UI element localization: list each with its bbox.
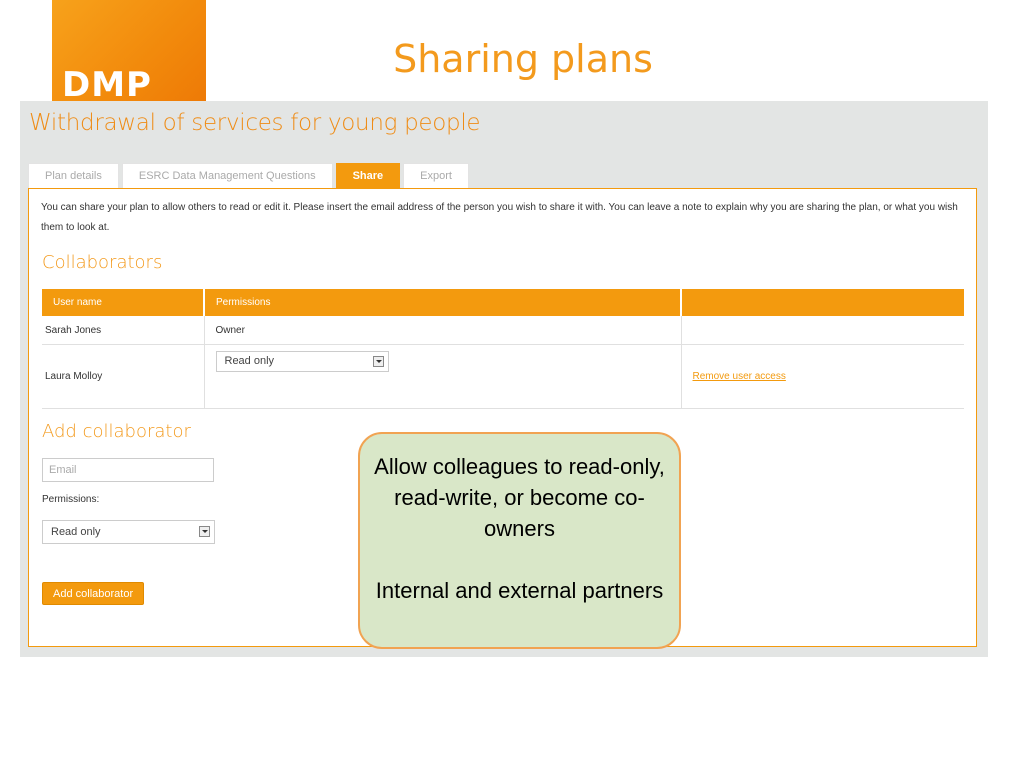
tab-plan-details[interactable]: Plan details	[28, 163, 119, 188]
dropdown-arrow-icon	[372, 356, 384, 367]
action-cell	[681, 316, 964, 345]
plan-title: Withdrawal of services for young people	[29, 110, 481, 136]
callout-text-permissions: Allow colleagues to read-only, read-writ…	[374, 454, 665, 541]
permission-cell: Owner	[204, 316, 682, 345]
tab-esrc-questions[interactable]: ESRC Data Management Questions	[121, 163, 333, 188]
collaborators-heading: Collaborators	[42, 252, 163, 273]
row-permission-select[interactable]: Read only	[215, 351, 389, 372]
dropdown-arrow-icon	[199, 526, 210, 537]
action-cell: Remove user access	[681, 344, 964, 409]
callout-note: Allow colleagues to read-only, read-writ…	[358, 432, 681, 649]
row-permission-select-value: Read only	[224, 355, 275, 367]
new-permission-select-value: Read only	[51, 526, 101, 538]
tab-share[interactable]: Share	[335, 163, 401, 188]
share-intro-text: You can share your plan to allow others …	[41, 202, 958, 233]
slide-title: Sharing plans	[393, 37, 653, 81]
column-header-permissions: Permissions	[204, 289, 682, 316]
table-row: Sarah Jones Owner	[42, 316, 964, 345]
user-name-cell: Laura Molloy	[42, 344, 205, 409]
plan-tabs: Plan details ESRC Data Management Questi…	[28, 163, 472, 188]
permissions-label: Permissions:	[42, 494, 100, 505]
add-collaborator-button[interactable]: Add collaborator	[42, 582, 145, 605]
table-header-row: User name Permissions	[42, 289, 964, 316]
add-collaborator-heading: Add collaborator	[42, 421, 191, 442]
remove-user-access-link[interactable]: Remove user access	[693, 371, 786, 382]
table-row: Laura Molloy Read only Remove user acces…	[42, 344, 964, 409]
permission-cell: Read only	[204, 344, 682, 409]
user-name-cell: Sarah Jones	[42, 316, 205, 345]
column-header-actions	[681, 289, 964, 316]
new-permission-select[interactable]: Read only	[42, 520, 215, 544]
tab-export[interactable]: Export	[403, 163, 469, 188]
email-input[interactable]	[42, 458, 214, 482]
collaborators-table: User name Permissions Sarah Jones Owner …	[42, 289, 964, 409]
callout-text-partners: Internal and external partners	[375, 578, 664, 603]
column-header-user-name: User name	[42, 289, 205, 316]
